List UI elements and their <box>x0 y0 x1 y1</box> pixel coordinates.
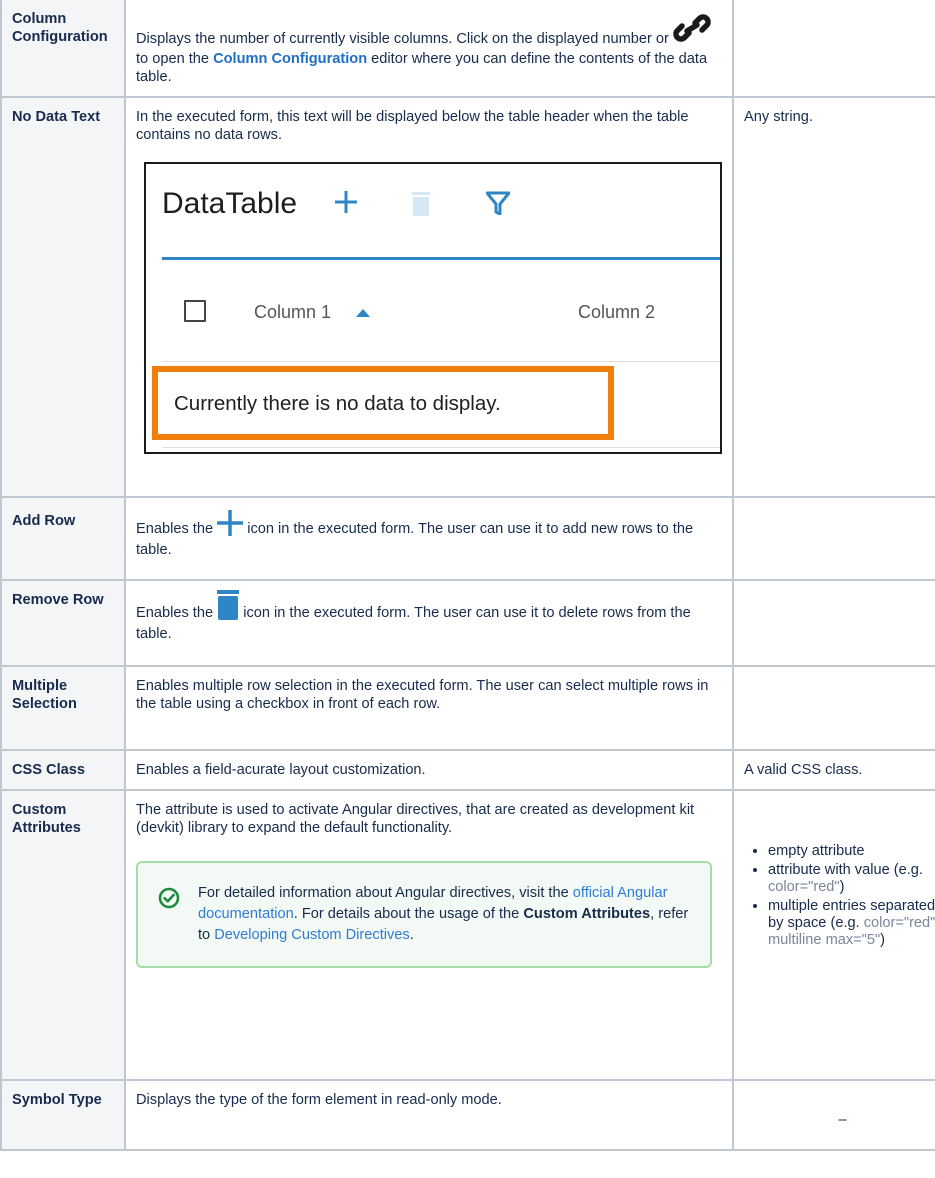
property-name: Custom Attributes <box>12 802 81 836</box>
table-row: Add Row Enables the icon in the executed… <box>0 496 935 581</box>
plus-icon <box>334 190 358 219</box>
check-circle-icon <box>158 887 180 916</box>
select-all-checkbox <box>184 300 206 322</box>
row-divider <box>162 361 720 362</box>
plus-icon <box>217 510 244 541</box>
property-name: Column Configuration <box>12 11 108 45</box>
developing-custom-directives-link[interactable]: Developing Custom Directives <box>214 927 409 943</box>
link-icon <box>673 11 711 50</box>
property-description: Displays the type of the form element in… <box>136 1092 502 1108</box>
property-description: The attribute is used to activate Angula… <box>136 802 695 836</box>
values-list: empty attribute attribute with value (e.… <box>744 843 935 949</box>
list-item: attribute with value (e.g. color="red") <box>768 862 935 896</box>
property-description: Enables the <box>136 521 218 537</box>
property-value: Any string. <box>744 109 813 125</box>
property-description: Displays the number of currently visible… <box>136 31 673 47</box>
table-row: Symbol Type Displays the type of the for… <box>0 1079 935 1151</box>
property-value <box>735 668 935 687</box>
header-divider <box>162 257 720 260</box>
table-row: Multiple Selection Enables multiple row … <box>0 665 935 751</box>
row-divider <box>162 447 720 448</box>
property-description: Enables a field-acurate layout customiza… <box>136 762 426 778</box>
list-item: empty attribute <box>768 843 935 860</box>
property-description: Enables the <box>136 605 218 621</box>
column-header: Column 1 <box>254 302 332 322</box>
trash-icon <box>412 192 430 221</box>
table-row: Remove Row Enables the icon in the execu… <box>0 579 935 667</box>
property-value: A valid CSS class. <box>744 762 863 778</box>
table-row: Column Configuration Displays the number… <box>0 0 935 98</box>
property-name: Add Row <box>12 513 76 529</box>
table-row: Custom Attributes The attribute is used … <box>0 789 935 1081</box>
info-panel: For detailed information about Angular d… <box>136 861 712 968</box>
property-value <box>735 1 935 20</box>
properties-table: Column Configuration Displays the number… <box>0 0 935 1151</box>
trash-icon <box>217 590 240 625</box>
datatable-example-image: DataTable Column 1 Column 2 Currently th… <box>144 162 722 454</box>
no-data-message: Currently there is no data to display. <box>152 366 614 440</box>
table-row: CSS Class Enables a field-acurate layout… <box>0 749 935 791</box>
property-description: Enables multiple row selection in the ex… <box>136 678 709 712</box>
datatable-title: DataTable <box>162 187 298 220</box>
column-configuration-link[interactable]: Column Configuration <box>213 51 367 67</box>
property-name: No Data Text <box>12 109 101 125</box>
property-description: In the executed form, this text will be … <box>136 109 689 143</box>
list-item: multiple entries separated by space (e.g… <box>768 898 935 949</box>
table-row: No Data Text In the executed form, this … <box>0 96 935 498</box>
property-value <box>735 582 935 601</box>
property-value <box>735 499 935 518</box>
property-name: CSS Class <box>12 762 86 778</box>
property-name: Multiple Selection <box>12 678 77 712</box>
property-value: – <box>838 1112 847 1128</box>
filter-icon <box>485 191 511 220</box>
property-name: Symbol Type <box>12 1092 102 1108</box>
sort-ascending-icon <box>356 305 370 323</box>
column-header: Column 2 <box>578 302 656 322</box>
property-name: Remove Row <box>12 592 104 608</box>
